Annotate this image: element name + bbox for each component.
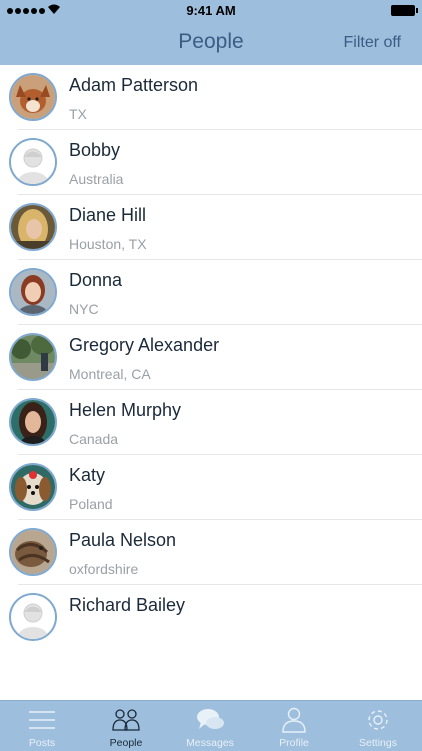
list-item[interactable]: Katy Poland — [0, 455, 422, 520]
default-avatar-icon — [9, 593, 57, 641]
tab-label: Posts — [28, 737, 56, 749]
tab-messages[interactable]: Messages — [168, 701, 252, 751]
photo-redhead-avatar — [9, 268, 57, 316]
tab-label: Messages — [186, 737, 234, 749]
photo-blonde-avatar — [9, 203, 57, 251]
status-bar: 9:41 AM — [0, 0, 422, 22]
filter-button[interactable]: Filter off — [344, 34, 402, 52]
list-item[interactable]: Donna NYC — [0, 260, 422, 325]
person-location: Montreal, CA — [69, 366, 151, 382]
person-location: Australia — [69, 171, 124, 187]
photo-brunette-avatar — [9, 398, 57, 446]
person-name: Katy — [69, 465, 106, 485]
person-location: TX — [69, 106, 87, 122]
list-item[interactable]: Helen Murphy Canada — [0, 390, 422, 455]
tab-bar: Posts People Messages Profile Settings — [0, 700, 422, 751]
list-item[interactable]: Bobby Australia — [0, 130, 422, 195]
dog-photo-avatar — [9, 463, 57, 511]
photo-outdoors-avatar — [9, 333, 57, 381]
person-name: Donna — [69, 270, 123, 290]
default-avatar-icon — [9, 138, 57, 186]
person-name: Bobby — [69, 140, 121, 160]
dog-photo-avatar — [9, 73, 57, 121]
person-location: NYC — [69, 301, 99, 317]
tab-label: Settings — [359, 737, 397, 749]
tab-label: Profile — [279, 737, 309, 749]
gear-icon — [368, 710, 388, 730]
tab-settings[interactable]: Settings — [336, 701, 420, 751]
list-item[interactable]: Gregory Alexander Montreal, CA — [0, 325, 422, 390]
header-bar: 9:41 AM People Filter off — [0, 0, 422, 65]
chat-bubbles-icon — [197, 709, 224, 729]
person-location: oxfordshire — [69, 561, 139, 577]
person-name: Helen Murphy — [69, 400, 182, 420]
person-name: Paula Nelson — [69, 530, 177, 550]
person-name: Diane Hill — [69, 205, 147, 225]
tab-profile[interactable]: Profile — [252, 701, 336, 751]
people-list: Adam Patterson TX Bobby Australia Diane … — [0, 65, 422, 699]
cat-photo-avatar — [9, 528, 57, 576]
list-item[interactable]: Adam Patterson TX — [0, 65, 422, 130]
person-icon — [282, 707, 306, 733]
person-name: Gregory Alexander — [69, 335, 220, 355]
status-time: 9:41 AM — [186, 3, 236, 18]
tab-people[interactable]: People — [84, 701, 168, 751]
person-location: Houston, TX — [69, 236, 147, 252]
tab-label: People — [109, 737, 143, 749]
person-name: Richard Bailey — [69, 595, 186, 615]
tab-posts[interactable]: Posts — [0, 701, 84, 751]
battery-icon — [391, 5, 418, 16]
person-name: Adam Patterson — [69, 75, 199, 95]
list-item[interactable]: Diane Hill Houston, TX — [0, 195, 422, 260]
person-location: Poland — [69, 496, 113, 512]
person-location: Canada — [69, 431, 119, 447]
menu-lines-icon — [29, 711, 55, 729]
list-item[interactable]: Richard Bailey — [0, 585, 422, 650]
people-icon — [112, 709, 140, 731]
list-item[interactable]: Paula Nelson oxfordshire — [0, 520, 422, 585]
